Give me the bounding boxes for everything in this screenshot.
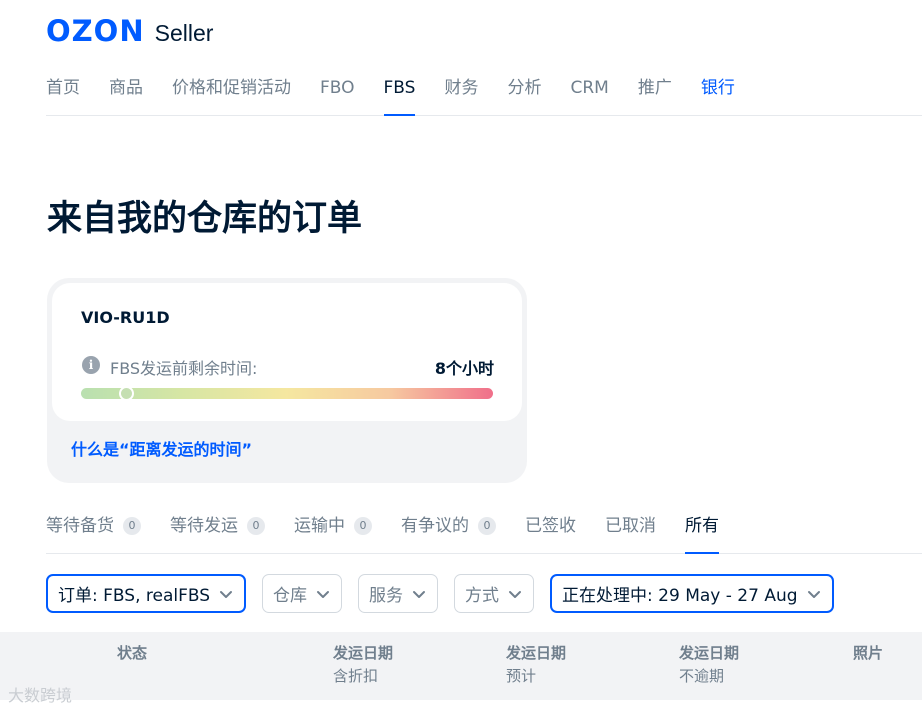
tab-label: 等待备货 — [46, 516, 114, 536]
filter-label: 正在处理中: 29 May - 27 Aug — [562, 586, 798, 606]
tab-disputed[interactable]: 有争议的 0 — [401, 508, 496, 553]
tab-label: 已签收 — [525, 516, 576, 536]
column-header-shipping-date-estimated[interactable]: 发运日期 预计 — [506, 642, 566, 686]
method-filter[interactable]: 方式 — [454, 574, 535, 613]
page-title: 来自我的仓库的订单 — [47, 199, 363, 239]
tab-label: 所有 — [685, 516, 719, 536]
column-title: 发运日期 — [333, 644, 394, 662]
warehouse-code: VIO-RU1D — [81, 308, 170, 327]
chevron-down-icon — [413, 590, 426, 598]
chevron-down-icon — [807, 590, 820, 598]
top-navigation: 首页 商品 价格和促销活动 FBO FBS 财务 分析 CRM 推广 银行 — [46, 74, 922, 116]
nav-item-crm[interactable]: CRM — [570, 74, 608, 115]
warehouse-timer-panel: VIO-RU1D i FBS发运前剩余时间: 8个小时 — [52, 283, 522, 421]
tab-all[interactable]: 所有 — [685, 508, 719, 554]
chevron-down-icon — [317, 590, 330, 598]
tab-label: 运输中 — [294, 516, 345, 536]
nav-item-finance[interactable]: 财务 — [444, 74, 478, 115]
nav-item-analytics[interactable]: 分析 — [507, 74, 541, 115]
nav-item-bank[interactable]: 银行 — [701, 74, 735, 115]
seller-logo-text: Seller — [154, 20, 214, 46]
tab-awaiting-packaging[interactable]: 等待备货 0 — [46, 508, 141, 553]
processing-date-filter[interactable]: 正在处理中: 29 May - 27 Aug — [550, 574, 834, 613]
nav-item-prices-promotions[interactable]: 价格和促销活动 — [172, 74, 291, 115]
info-icon[interactable]: i — [82, 356, 100, 374]
column-header-shipping-date-discount[interactable]: 发运日期 含折扣 — [333, 642, 393, 686]
time-remaining-value: 8个小时 — [434, 359, 494, 378]
nav-item-fbs[interactable]: FBS — [383, 74, 415, 116]
order-status-tabs: 等待备货 0 等待发运 0 运输中 0 有争议的 0 已签收 已取消 所有 — [46, 508, 922, 554]
column-title: 发运日期 — [679, 644, 740, 662]
orders-table-header: 状态 发运日期 含折扣 发运日期 预计 发运日期 不逾期 照片 — [0, 632, 922, 700]
nav-item-promotion[interactable]: 推广 — [638, 74, 672, 115]
chevron-down-icon — [220, 590, 233, 598]
time-remaining-label: FBS发运前剩余时间: — [110, 359, 258, 378]
ozon-seller-logo[interactable]: OZON Seller — [46, 14, 213, 48]
ozon-logo-text: OZON — [46, 14, 145, 48]
filter-bar: 订单: FBS, realFBS 仓库 服务 方式 正在处理中: 29 May … — [46, 574, 850, 613]
tab-awaiting-shipment[interactable]: 等待发运 0 — [170, 508, 265, 553]
filter-label: 仓库 — [273, 586, 308, 606]
chevron-down-icon — [509, 590, 522, 598]
filter-label: 订单: FBS, realFBS — [58, 586, 211, 606]
warehouse-timer-card: VIO-RU1D i FBS发运前剩余时间: 8个小时 什么是“距离发运的时间” — [47, 278, 527, 483]
column-header-status[interactable]: 状态 — [117, 642, 147, 663]
time-remaining-progress-bar — [81, 386, 493, 401]
count-badge: 0 — [354, 517, 372, 535]
filter-label: 服务 — [369, 586, 404, 606]
tab-delivered[interactable]: 已签收 — [525, 508, 576, 553]
column-title: 照片 — [853, 644, 884, 662]
column-subtitle: 预计 — [506, 667, 537, 685]
column-subtitle: 不逾期 — [679, 667, 725, 685]
count-badge: 0 — [478, 517, 496, 535]
count-badge: 0 — [123, 517, 141, 535]
tab-label: 等待发运 — [170, 516, 238, 536]
shipping-time-help-link[interactable]: 什么是“距离发运的时间” — [71, 436, 252, 460]
tab-cancelled[interactable]: 已取消 — [605, 508, 656, 553]
column-header-photo: 照片 — [853, 642, 883, 663]
nav-item-fbo[interactable]: FBO — [320, 74, 355, 115]
watermark: 大数跨境 — [8, 686, 73, 705]
order-type-filter[interactable]: 订单: FBS, realFBS — [46, 574, 247, 613]
progress-indicator — [118, 386, 134, 401]
tab-label: 有争议的 — [401, 516, 469, 536]
column-header-shipping-date-not-overdue[interactable]: 发运日期 不逾期 — [679, 642, 739, 686]
nav-item-products[interactable]: 商品 — [109, 74, 143, 115]
service-filter[interactable]: 服务 — [358, 574, 439, 613]
tab-label: 已取消 — [605, 516, 656, 536]
nav-item-home[interactable]: 首页 — [46, 74, 80, 115]
warehouse-filter[interactable]: 仓库 — [262, 574, 343, 613]
column-subtitle: 含折扣 — [333, 667, 379, 685]
count-badge: 0 — [247, 517, 265, 535]
tab-in-transit[interactable]: 运输中 0 — [294, 508, 372, 553]
column-title: 发运日期 — [506, 644, 567, 662]
filter-label: 方式 — [465, 586, 500, 606]
column-title: 状态 — [117, 644, 148, 662]
